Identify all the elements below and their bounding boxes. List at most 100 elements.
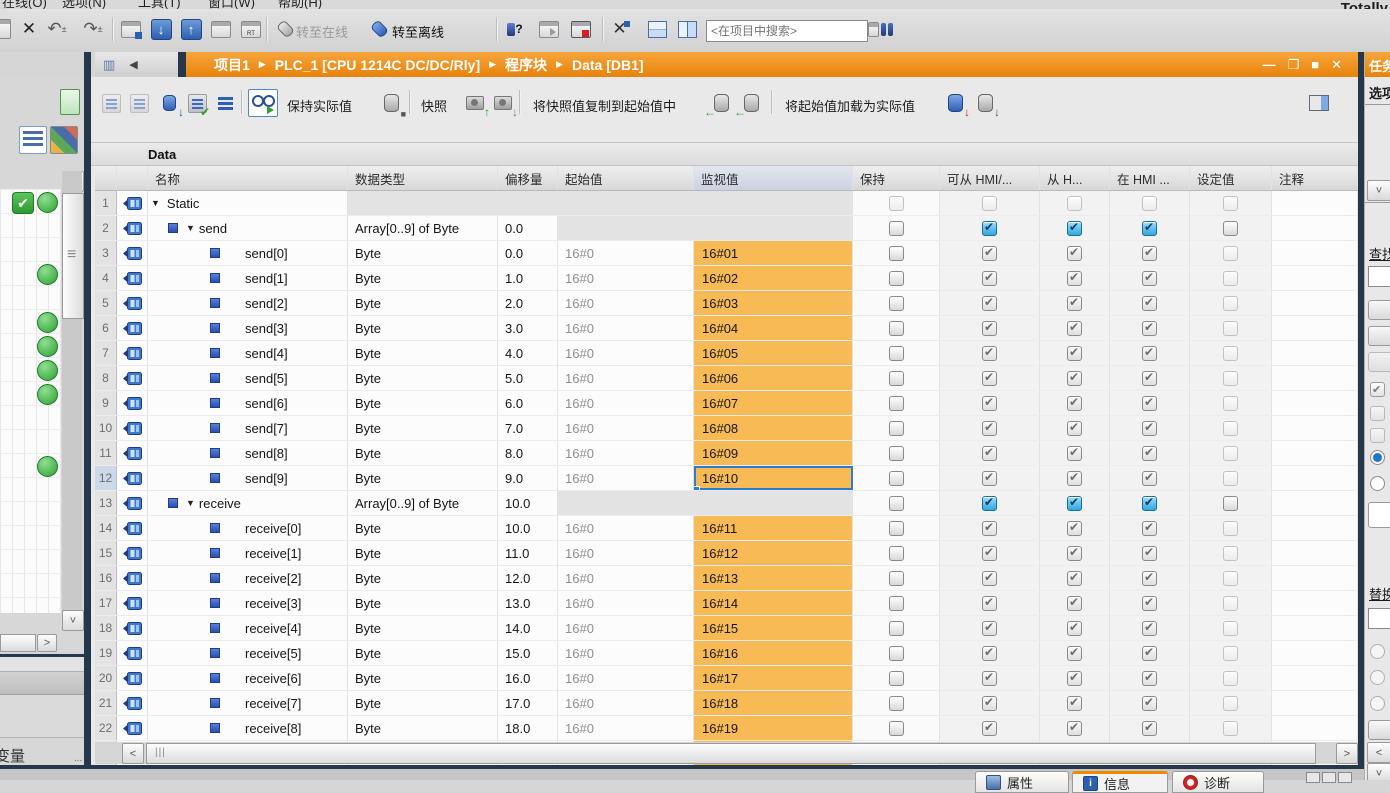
hmi-accessible-checkbox[interactable] [940,441,1040,465]
monitor-value-cell[interactable]: 16#17 [694,666,853,690]
monitor-all-toggle[interactable] [248,89,278,117]
monitor-value-cell[interactable]: 16#02 [694,266,853,290]
retain-checkbox[interactable] [853,366,940,390]
table-row[interactable]: 6 ▼ send[3] Byte 3.0 16#0 16#04 [95,316,1358,341]
start-value-cell[interactable] [558,216,694,240]
row-name-cell[interactable]: ▼ Static [148,191,348,215]
start-value-cell[interactable]: 16#0 [558,391,694,415]
panel-bars-icon[interactable]: ▥ [103,57,115,73]
breadcrumb-plc[interactable]: PLC_1 [CPU 1214C DC/DC/Rly] [275,57,480,73]
monitor-value-cell[interactable]: 16#07 [694,391,853,415]
scroll-right-icon[interactable]: ˃ [1336,743,1358,764]
hmi-writable-checkbox[interactable] [1040,441,1110,465]
monitor-value-cell[interactable]: 16#09 [694,441,853,465]
hmi-writable-checkbox[interactable] [1040,466,1110,490]
data-type-cell[interactable]: Byte [348,466,498,490]
overview-grid-icon[interactable] [50,126,78,154]
start-value-cell[interactable]: 16#0 [558,441,694,465]
table-row[interactable]: 22 ▼ receive[8] Byte 18.0 16#0 16#19 [95,716,1358,741]
breadcrumb-program-blocks[interactable]: 程序块 [505,55,547,75]
data-type-cell[interactable]: Byte [348,391,498,415]
table-row[interactable]: 8 ▼ send[5] Byte 5.0 16#0 16#06 [95,366,1358,391]
data-type-cell[interactable]: Byte [348,666,498,690]
dock-icon[interactable] [1306,772,1320,783]
data-type-cell[interactable]: Byte [348,616,498,640]
col-datatype[interactable]: 数据类型 [348,166,498,190]
start-value-cell[interactable]: 16#0 [558,516,694,540]
go-offline-plug-icon[interactable] [366,16,392,42]
setpoint-checkbox[interactable] [1190,316,1272,340]
hmi-accessible-checkbox[interactable] [940,391,1040,415]
hmi-accessible-checkbox[interactable] [940,466,1040,490]
comment-cell[interactable] [1272,716,1358,740]
hmi-accessible-checkbox[interactable] [940,541,1040,565]
row-name-cell[interactable]: ▼ send[6] [148,391,348,415]
setpoint-checkbox[interactable] [1190,716,1272,740]
project-search-input[interactable] [706,20,868,42]
monitor-value-cell[interactable]: 16#04 [694,316,853,340]
hmi-accessible-checkbox[interactable] [940,316,1040,340]
row-name-cell[interactable]: ▼ send[0] [148,241,348,265]
hmi-accessible-checkbox[interactable] [940,491,1040,515]
copy-snapshot-button[interactable]: 将快照值复制到起始值中 [533,96,676,115]
scroll-down-icon[interactable]: ˅ [62,610,84,631]
left-hscrollbar-thumb[interactable] [0,634,36,652]
menu-window[interactable]: 窗口(W) [208,0,255,9]
monitor-value-cell[interactable]: 16#03 [694,291,853,315]
monitor-value-cell[interactable]: 16#01 [694,241,853,265]
setpoint-checkbox[interactable] [1190,341,1272,365]
data-type-cell[interactable]: Byte [348,516,498,540]
data-type-cell[interactable]: Byte [348,566,498,590]
table-row[interactable]: 14 ▼ receive[0] Byte 10.0 16#0 16#11 [95,516,1358,541]
hmi-visible-checkbox[interactable] [1110,691,1190,715]
reset-start-values-icon[interactable]: ↓ [157,91,181,115]
snapshot-down-camera-icon[interactable]: ↓ [491,91,515,115]
comment-cell[interactable] [1272,566,1358,590]
data-type-cell[interactable]: Byte [348,241,498,265]
hmi-accessible-checkbox[interactable] [940,291,1040,315]
data-type-cell[interactable]: Byte [348,441,498,465]
setpoint-checkbox[interactable] [1190,291,1272,315]
go-offline-button[interactable]: 转至离线 [392,22,444,41]
start-cpu-icon[interactable] [208,16,234,42]
monitor-value-cell[interactable] [694,191,853,215]
start-value-cell[interactable]: 16#0 [558,591,694,615]
find-direction-radio-up[interactable] [1370,476,1385,491]
expand-caret-icon[interactable]: ▼ [186,223,195,233]
hmi-accessible-checkbox[interactable] [940,216,1040,240]
snapshot-button[interactable]: 快照 [421,96,447,115]
stop-window-icon[interactable] [568,16,594,42]
setpoint-checkbox[interactable] [1190,416,1272,440]
data-type-cell[interactable]: Byte [348,641,498,665]
find-option-button[interactable] [1368,326,1390,346]
retain-checkbox[interactable] [853,291,940,315]
tab-diagnostics[interactable]: 诊断 [1172,771,1264,793]
hmi-writable-checkbox[interactable] [1040,641,1110,665]
hmi-visible-checkbox[interactable] [1110,291,1190,315]
start-value-cell[interactable]: 16#0 [558,316,694,340]
retain-checkbox[interactable] [853,316,940,340]
disconnect-icon[interactable]: ✕ [608,16,634,42]
monitor-value-cell[interactable]: 16#06 [694,366,853,390]
setpoint-checkbox[interactable] [1190,641,1272,665]
data-type-cell[interactable]: Byte [348,591,498,615]
start-value-cell[interactable]: 16#0 [558,616,694,640]
load-start-values-button[interactable]: 将起始值加载为实际值 [785,96,915,115]
scroll-left-icon[interactable]: ˂ [122,743,144,764]
hmi-writable-checkbox[interactable] [1040,691,1110,715]
row-name-cell[interactable]: ▼ send[3] [148,316,348,340]
hmi-accessible-checkbox[interactable] [940,716,1040,740]
find-option-button[interactable] [1368,352,1390,372]
comment-cell[interactable] [1272,491,1358,515]
setpoint-checkbox[interactable] [1190,491,1272,515]
panel-scroll-down-icon[interactable]: ˅ [1367,763,1390,780]
tab-properties[interactable]: 属性 [975,771,1069,793]
table-row[interactable]: 16 ▼ receive[2] Byte 12.0 16#0 16#13 [95,566,1358,591]
retain-checkbox[interactable] [853,216,940,240]
maximize-icon[interactable]: ■ [1311,57,1319,73]
left-toolbar-icon[interactable] [60,89,80,115]
comment-cell[interactable] [1272,666,1358,690]
hmi-visible-checkbox[interactable] [1110,491,1190,515]
col-start[interactable]: 起始值 [558,166,694,190]
setpoint-checkbox[interactable] [1190,191,1272,215]
